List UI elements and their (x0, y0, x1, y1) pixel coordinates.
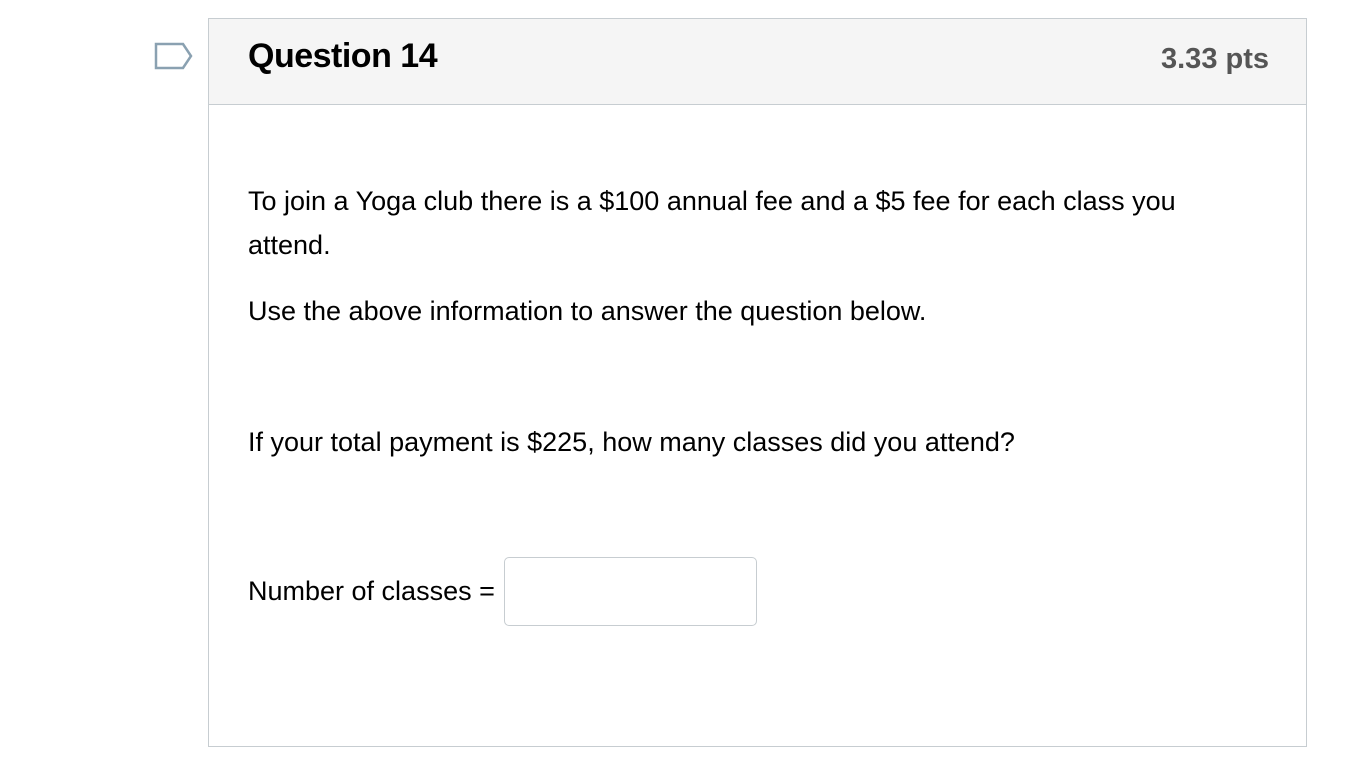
question-text-prompt: If your total payment is $225, how many … (248, 427, 1015, 457)
answer-input[interactable] (503, 556, 757, 626)
answer-label: Number of classes = (248, 575, 495, 606)
question-text-instruction: Use the above information to answer the … (248, 296, 927, 326)
answer-row: Number of classes = (248, 556, 757, 626)
question-header: Question 14 3.33 pts (209, 19, 1306, 105)
question-points: 3.33 pts (1161, 43, 1269, 75)
question-card: Question 14 3.33 pts To join a Yoga club… (208, 18, 1307, 747)
question-title: Question 14 (248, 37, 438, 75)
flag-question-icon[interactable] (154, 42, 194, 74)
question-text-intro: To join a Yoga club there is a $100 annu… (248, 186, 1176, 260)
